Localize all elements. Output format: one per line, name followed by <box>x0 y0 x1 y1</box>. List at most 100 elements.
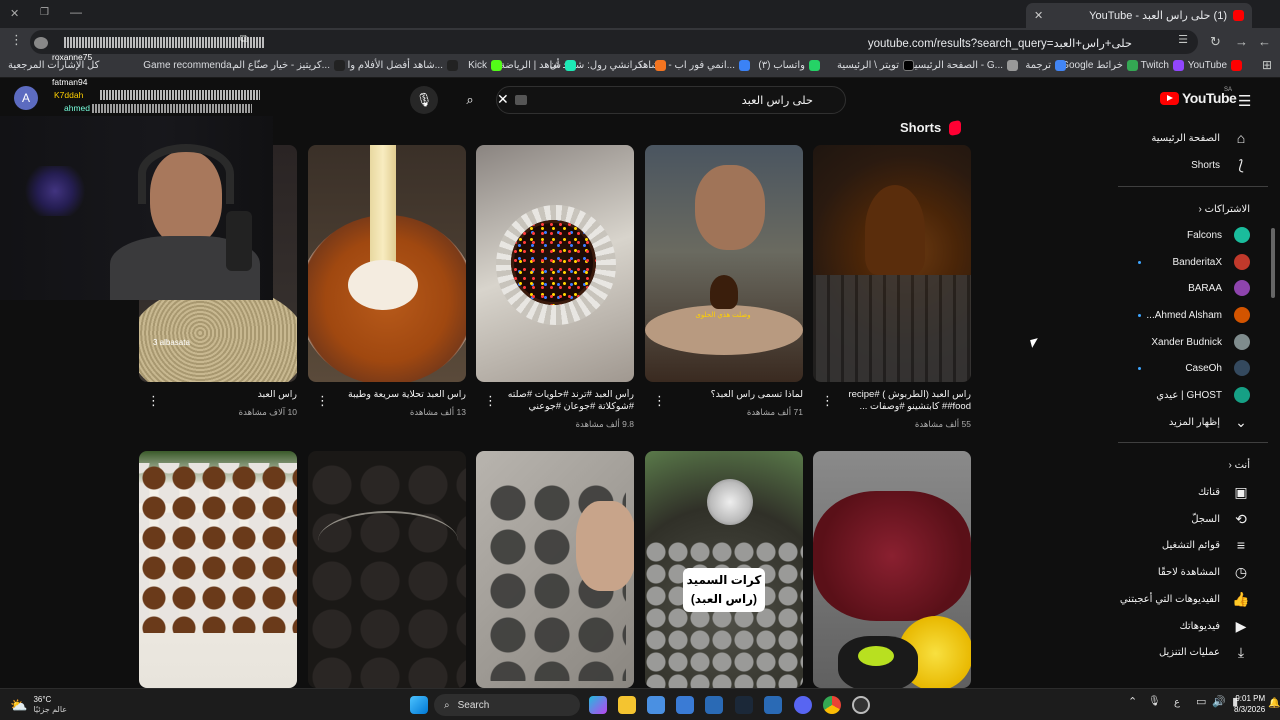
sidebar-item-sub[interactable]: Falcons <box>1187 223 1250 247</box>
short-title[interactable]: رأس العبد #ترند #حلويات #صلته #شوكلاتة #… <box>504 389 634 414</box>
app-icon[interactable] <box>764 696 782 714</box>
sidebar-item-home[interactable]: ⌂ الصفحة الرئيسية <box>1151 126 1250 150</box>
short-card[interactable]: ⋮ راس العبد (الطربوش ) #recipe #food# كا… <box>813 145 971 429</box>
short-card[interactable]: ⋮ راس العبد تحلاية سريعة وطيبة 13 ألف مش… <box>308 145 466 417</box>
notification-icon[interactable]: 🔔 <box>1268 698 1280 709</box>
weather-widget[interactable]: ⛅ 36°C عالم جزئيًا <box>10 695 67 715</box>
sidebar-item-sub[interactable]: GHOST | عيدي <box>1156 383 1250 407</box>
more-options-icon[interactable]: ⋮ <box>484 393 497 409</box>
sidebar-item-sub[interactable]: BanderitaX <box>1173 250 1250 274</box>
bookmark-item[interactable]: الصفحة الرئيسية - G... <box>909 60 1018 71</box>
discord-icon[interactable] <box>794 696 812 714</box>
app-icon[interactable] <box>647 696 665 714</box>
short-thumbnail[interactable] <box>308 145 466 382</box>
bookmark-item[interactable]: Kick <box>468 60 502 71</box>
search-icon[interactable]: ⌕ <box>456 86 484 114</box>
youtube-logo[interactable]: YouTube SA <box>1160 87 1237 106</box>
shahid-icon <box>565 60 576 71</box>
bookmark-item[interactable]: شاهد أفضل الأفلام وا... <box>348 60 458 71</box>
short-title[interactable]: راس العبد (الطربوش ) #recipe #food# كابت… <box>841 389 971 413</box>
reload-icon[interactable]: ↻ <box>1210 34 1221 50</box>
sidebar-item-your-videos[interactable]: ▶ فيديوهاتك <box>1179 614 1250 638</box>
short-title[interactable]: راس العبد <box>167 389 297 401</box>
short-card[interactable] <box>476 451 634 688</box>
apps-icon[interactable]: ⊞ <box>1262 58 1272 72</box>
short-thumbnail[interactable] <box>813 451 971 688</box>
store-icon[interactable] <box>676 696 694 714</box>
more-options-icon[interactable]: ⋮ <box>316 393 329 409</box>
maps-icon <box>1127 60 1138 71</box>
hamburger-menu-icon[interactable]: ☰ <box>1238 92 1251 110</box>
translate-icon <box>1055 60 1066 71</box>
short-thumbnail[interactable] <box>139 451 297 688</box>
more-options-icon[interactable]: ⋮ <box>147 393 160 409</box>
sidebar-item-your-channel[interactable]: ▣ قناتك <box>1198 480 1250 504</box>
sidebar-item-shorts[interactable]: ⟆ Shorts <box>1191 153 1250 177</box>
system-tray[interactable]: ▭ 🔊 ▮ <box>1196 695 1238 708</box>
short-card[interactable]: كرات السميد (راس العبد) <box>645 451 803 688</box>
short-thumbnail[interactable] <box>476 145 634 382</box>
file-explorer-icon[interactable] <box>618 696 636 714</box>
short-thumbnail[interactable] <box>813 145 971 382</box>
tray-chevron-icon[interactable]: ⌃ <box>1128 695 1137 708</box>
sidebar-item-downloads[interactable]: ⤓ عمليات التنزيل <box>1159 640 1250 664</box>
voice-search-icon[interactable]: 🎙 <box>410 86 438 114</box>
site-settings-icon[interactable]: ☰ <box>1178 33 1188 46</box>
forward-icon[interactable]: → <box>1235 34 1248 49</box>
sidebar-scrollbar[interactable] <box>1271 228 1275 298</box>
sidebar-item-sub[interactable]: CaseOh <box>1185 356 1250 380</box>
sidebar-item-history[interactable]: ⟲ السجلّ <box>1191 507 1250 531</box>
steam-icon[interactable] <box>735 696 753 714</box>
keyboard-icon[interactable] <box>515 95 527 105</box>
short-thumbnail[interactable] <box>476 451 634 688</box>
sidebar-item-sub[interactable]: Xander Budnick <box>1151 330 1250 354</box>
short-card[interactable]: وصلت هذي الحلوى ⋮ لماذا تسمى راس العبد؟ … <box>645 145 803 417</box>
language-indicator[interactable]: ع <box>1174 697 1180 708</box>
you-header[interactable]: أنت ‹ <box>1228 460 1250 471</box>
clock[interactable]: 9:01 PM 8/3/2026 <box>1234 693 1265 715</box>
more-options-icon[interactable]: ⋮ <box>653 393 666 409</box>
start-icon[interactable] <box>410 696 428 714</box>
bookmark-item[interactable]: Google خرائط <box>1061 60 1138 71</box>
clear-search-icon[interactable]: ✕ <box>496 91 509 108</box>
minimize-icon[interactable]: — <box>70 5 82 19</box>
sidebar-item-playlists[interactable]: ≡ قوائم التشغيل <box>1162 533 1250 557</box>
chrome-icon[interactable] <box>823 696 841 714</box>
chat-avatar <box>34 37 48 49</box>
maximize-icon[interactable]: ❐ <box>40 7 49 18</box>
bookmark-item[interactable]: (٣) واتساب <box>758 60 820 71</box>
bookmark-item[interactable]: YouTube <box>1188 60 1242 71</box>
close-tab-icon[interactable]: ✕ <box>1034 9 1043 22</box>
back-icon[interactable]: ← <box>1258 34 1271 49</box>
taskbar-search[interactable]: ⌕ Search <box>434 694 580 716</box>
short-card[interactable] <box>139 451 297 688</box>
short-card[interactable]: ⋮ رأس العبد #ترند #حلويات #صلته #شوكلاتة… <box>476 145 634 429</box>
show-more-button[interactable]: ⌄ إظهار المزيد <box>1169 410 1250 434</box>
bookmark-label: Kick <box>468 60 487 71</box>
short-title[interactable]: لماذا تسمى راس العبد؟ <box>673 389 803 401</box>
browser-tab-active[interactable]: (1) حلى راس العبد - YouTube ✕ <box>1026 3 1252 28</box>
app-icon[interactable] <box>705 696 723 714</box>
sidebar-item-liked[interactable]: 👍 الفيديوهات التي أعجبتني <box>1120 587 1250 611</box>
bookmark-item[interactable]: شاهد | الرياضة <box>500 60 576 71</box>
bookmark-item[interactable]: ترجمة <box>1025 60 1066 71</box>
search-input[interactable]: ✕ حلى راس العبد <box>496 86 846 114</box>
short-card[interactable] <box>308 451 466 688</box>
copilot-icon[interactable] <box>589 696 607 714</box>
close-window-icon[interactable]: ✕ <box>10 7 19 20</box>
sidebar-label: CaseOh <box>1185 362 1222 374</box>
sidebar-item-watch-later[interactable]: ◷ المشاهدة لاحقًا <box>1158 560 1250 584</box>
bookmark-item[interactable]: تويتر \ الرئيسية <box>837 60 914 71</box>
bookmark-item[interactable]: Twitch <box>1141 60 1184 71</box>
short-thumbnail[interactable]: كرات السميد (راس العبد) <box>645 451 803 688</box>
sidebar-item-sub[interactable]: Ahmed Alsham... <box>1146 303 1250 327</box>
mic-icon[interactable]: 🎙 <box>1148 696 1161 707</box>
subscriptions-header[interactable]: الاشتراكات ‹ <box>1198 204 1250 215</box>
short-thumbnail[interactable] <box>308 451 466 688</box>
short-title[interactable]: راس العبد تحلاية سريعة وطيبة <box>336 389 466 401</box>
sidebar-item-sub[interactable]: BARAA <box>1188 276 1250 300</box>
short-thumbnail[interactable]: وصلت هذي الحلوى <box>645 145 803 382</box>
short-card[interactable] <box>813 451 971 688</box>
more-options-icon[interactable]: ⋮ <box>821 393 834 409</box>
obs-icon[interactable] <box>852 696 870 714</box>
